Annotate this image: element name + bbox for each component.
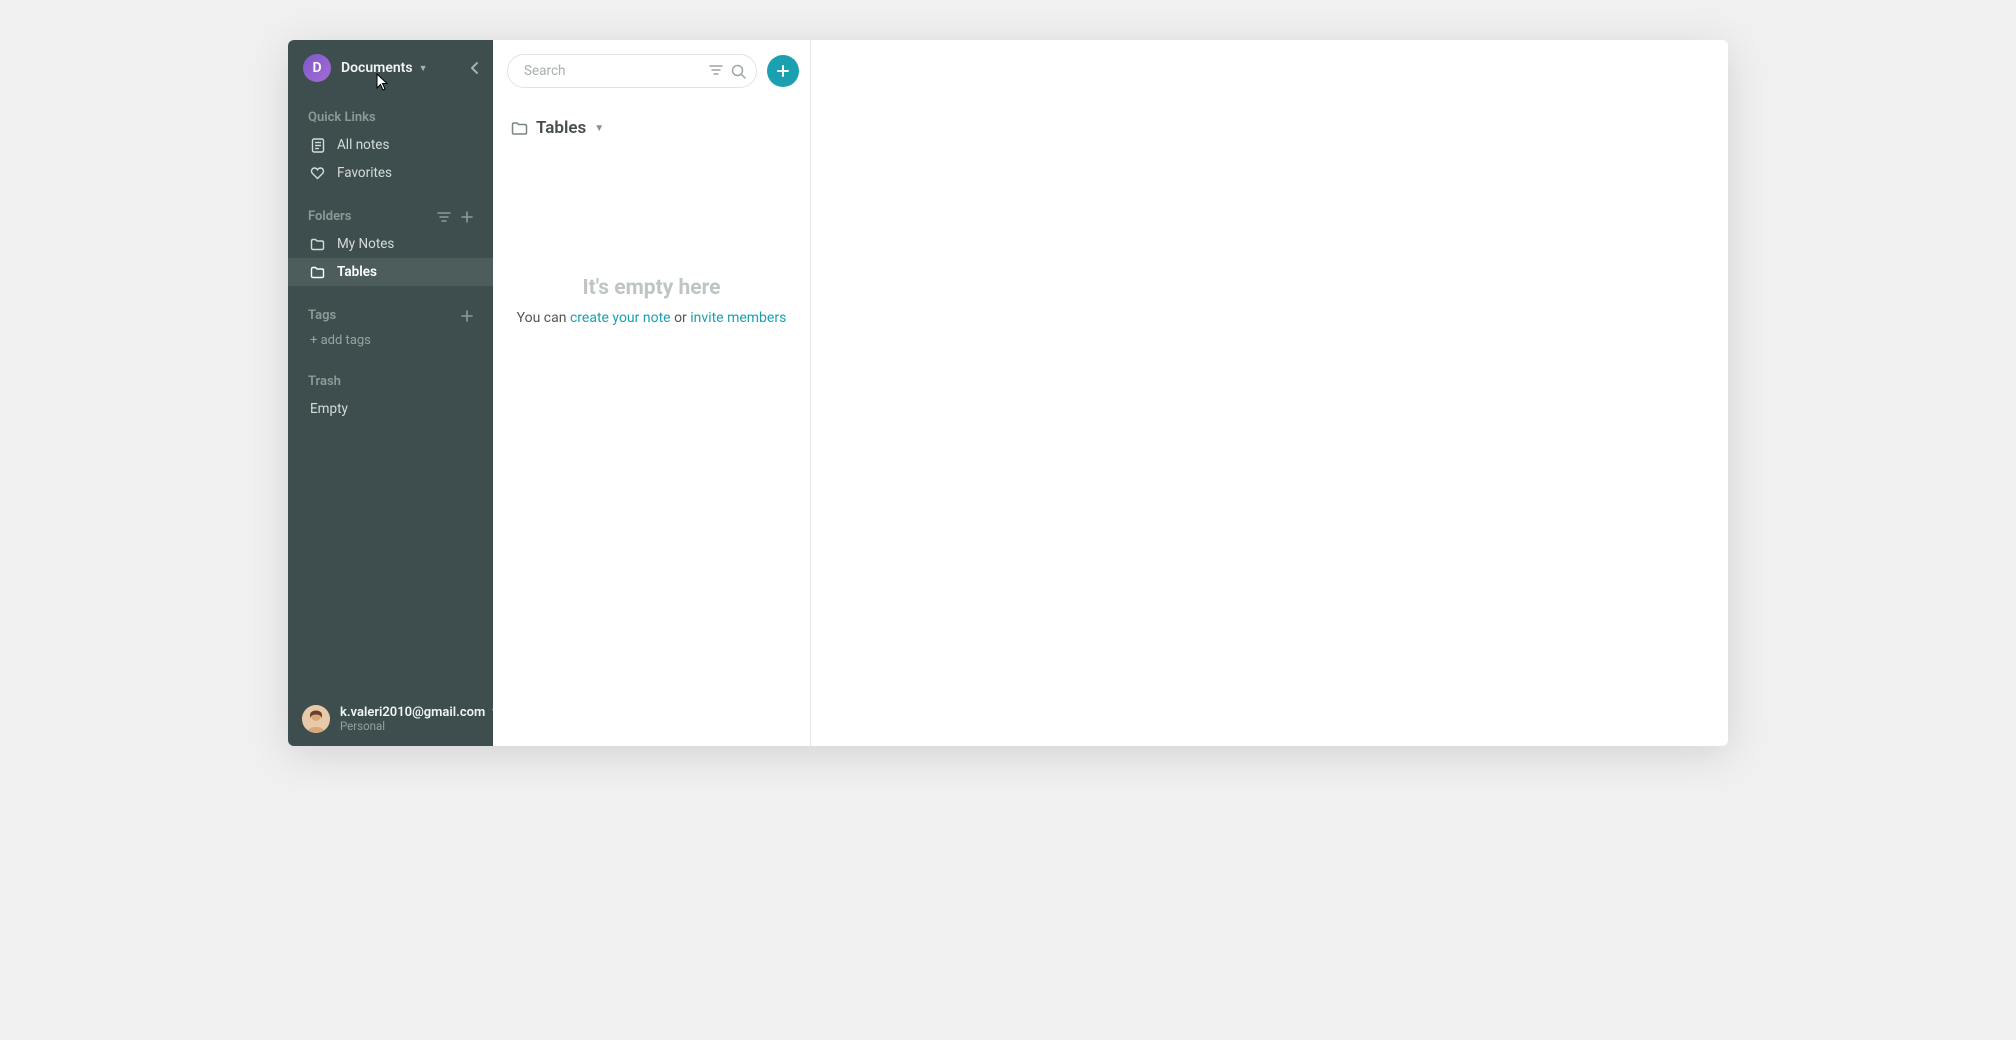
filter-icon[interactable] xyxy=(709,64,723,79)
add-note-button[interactable] xyxy=(767,55,799,87)
workspace-avatar: D xyxy=(303,54,331,82)
folders-header: Folders xyxy=(288,201,493,230)
workspace-avatar-letter: D xyxy=(312,60,321,76)
user-menu[interactable]: k.valeri2010@gmail.com ▼ Personal xyxy=(288,695,493,746)
user-info: k.valeri2010@gmail.com ▼ Personal xyxy=(340,705,499,734)
notes-list-panel: Tables ▼ It's empty here You can create … xyxy=(493,40,811,746)
sidebar-folder-my-notes[interactable]: My Notes xyxy=(288,230,493,258)
trash-header: Trash xyxy=(288,366,493,395)
user-avatar xyxy=(302,705,330,733)
empty-state: It's empty here You can create your note… xyxy=(493,146,810,746)
folder-icon xyxy=(310,237,325,252)
quick-links-header: Quick Links xyxy=(288,102,493,131)
folder-icon xyxy=(511,121,528,136)
folder-breadcrumb-label: Tables xyxy=(536,118,586,138)
add-folder-icon[interactable] xyxy=(461,211,473,223)
workspace-switcher[interactable]: D Documents ▼ xyxy=(288,40,493,96)
sidebar: D Documents ▼ Quick Links All notes xyxy=(288,40,493,746)
add-tag-icon[interactable] xyxy=(461,310,473,322)
sidebar-item-label: All notes xyxy=(337,137,389,153)
empty-state-subtext: You can create your note or invite membe… xyxy=(517,310,787,326)
sidebar-item-label: Favorites xyxy=(337,165,392,181)
chevron-down-icon: ▼ xyxy=(419,63,428,74)
heart-icon xyxy=(310,166,325,181)
add-tags-button[interactable]: + add tags xyxy=(288,329,493,352)
trash-empty-label: Empty xyxy=(288,395,493,423)
sidebar-item-favorites[interactable]: Favorites xyxy=(288,159,493,187)
note-icon xyxy=(310,138,325,153)
user-plan: Personal xyxy=(340,720,499,734)
user-email: k.valeri2010@gmail.com xyxy=(340,705,485,721)
collapse-sidebar-button[interactable] xyxy=(469,61,481,75)
invite-members-link[interactable]: invite members xyxy=(690,310,786,326)
workspace-title: Documents ▼ xyxy=(341,60,459,76)
search-icon[interactable] xyxy=(731,64,746,79)
tags-header: Tags xyxy=(288,300,493,329)
note-editor-area xyxy=(811,40,1728,746)
search-input[interactable] xyxy=(524,63,701,79)
sidebar-item-all-notes[interactable]: All notes xyxy=(288,131,493,159)
sidebar-item-label: My Notes xyxy=(337,236,394,252)
empty-state-title: It's empty here xyxy=(583,276,721,300)
sidebar-item-label: Tables xyxy=(337,264,377,280)
create-note-link[interactable]: create your note xyxy=(570,310,671,326)
folder-icon xyxy=(310,265,325,280)
chevron-down-icon: ▼ xyxy=(594,123,604,134)
sidebar-folder-tables[interactable]: Tables xyxy=(288,258,493,286)
search-box[interactable] xyxy=(507,54,757,88)
folder-breadcrumb[interactable]: Tables ▼ xyxy=(493,100,810,146)
sort-folders-icon[interactable] xyxy=(437,211,451,223)
